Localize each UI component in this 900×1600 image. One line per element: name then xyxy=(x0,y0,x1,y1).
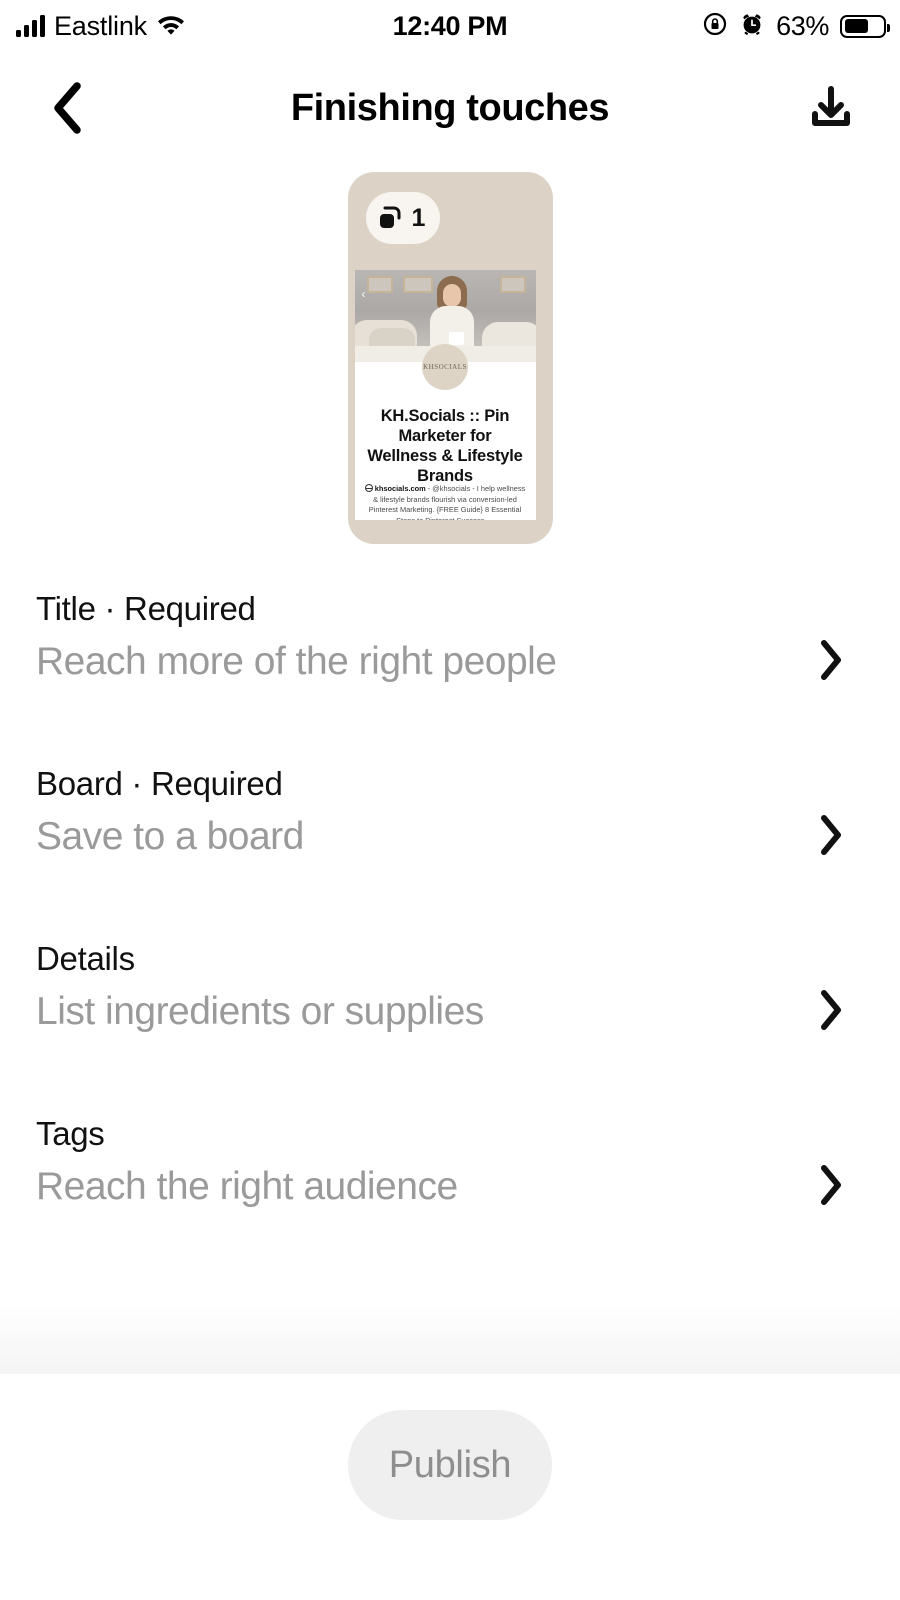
field-label: Tags xyxy=(36,1115,105,1152)
field-label: Title · Required xyxy=(36,590,256,627)
field-label: Board · Required xyxy=(36,765,283,802)
carousel-pages-icon xyxy=(379,206,400,228)
pin-title-text: KH.Socials :: Pin Marketer for Wellness … xyxy=(367,407,523,486)
chevron-right-icon xyxy=(814,1164,848,1205)
brand-logo-text: KHSOCIALS xyxy=(423,363,467,371)
battery-icon xyxy=(840,14,890,38)
brand-logo-badge: KHSOCIALS xyxy=(422,344,468,390)
field-value: Reach the right audience xyxy=(36,1165,458,1208)
rotation-lock-icon xyxy=(702,11,728,42)
publish-button[interactable]: Publish xyxy=(348,1410,552,1520)
pin-domain-text: khsocials.com xyxy=(374,484,426,493)
field-label: Details xyxy=(36,940,135,977)
globe-icon xyxy=(364,484,373,492)
field-value: List ingredients or supplies xyxy=(36,990,484,1033)
pinterest-pin-creation-screen: Eastlink 12:40 PM 63% Finishing touches … xyxy=(0,0,900,1600)
alarm-clock-icon xyxy=(739,11,765,42)
download-button[interactable] xyxy=(802,79,860,137)
field-row-tags[interactable]: Tags Reach the right audience xyxy=(0,1097,900,1272)
download-icon xyxy=(812,86,850,126)
chevron-right-icon xyxy=(814,639,848,680)
field-value: Save to a board xyxy=(36,815,304,858)
pin-fields-list: Title · Required Reach more of the right… xyxy=(0,572,900,1272)
status-bar-right: 63% xyxy=(702,10,890,42)
chevron-right-icon xyxy=(814,989,848,1030)
pin-preview-card[interactable]: 1 ‹ KHSOCIALS KH.Socials:: Pin Marketer… xyxy=(347,172,553,544)
pin-description-text: khsocials.com - @khsocials - I help well… xyxy=(355,484,536,520)
carousel-count-label: 1 xyxy=(411,203,426,232)
battery-percent-label: 63% xyxy=(776,10,829,41)
footer-bar: Publish xyxy=(0,1374,900,1600)
status-bar: Eastlink 12:40 PM 63% xyxy=(0,0,900,52)
field-row-details[interactable]: Details List ingredients or supplies xyxy=(0,922,900,1097)
chevron-right-icon xyxy=(814,814,848,855)
navigation-header: Finishing touches xyxy=(0,60,900,156)
field-row-title[interactable]: Title · Required Reach more of the right… xyxy=(0,572,900,747)
page-title: Finishing touches xyxy=(290,86,610,129)
pin-content: ‹ KHSOCIALS KH.Socials :: Pin Marketer f… xyxy=(354,270,536,520)
field-row-board[interactable]: Board · Required Save to a board xyxy=(0,747,900,922)
photo-prev-arrow-icon[interactable]: ‹ xyxy=(362,288,366,300)
carousel-count-badge[interactable]: 1 xyxy=(365,192,441,244)
footer-shadow-divider xyxy=(0,1304,900,1374)
pin-preview-container: 1 ‹ KHSOCIALS KH.Socials:: Pin Marketer… xyxy=(0,172,900,544)
field-value: Reach more of the right people xyxy=(36,640,557,683)
